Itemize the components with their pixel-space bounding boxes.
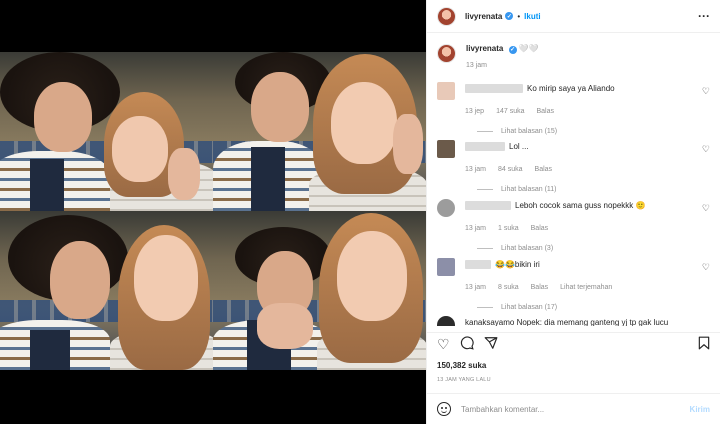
post-photo-collage[interactable] [0, 52, 426, 370]
comments-list[interactable]: livyrenata ✓ 🤍🤍 13 jam Ko mirip saya ya … [427, 34, 720, 326]
divider [477, 248, 493, 249]
redacted-username [465, 142, 505, 152]
verified-badge-icon: ✓ [505, 12, 514, 20]
reply-button[interactable]: Balas [531, 284, 549, 291]
avatar[interactable] [437, 258, 455, 276]
separator: • [517, 11, 521, 21]
comment-likes[interactable]: 147 suka [496, 108, 524, 115]
heart-icon[interactable]: ♡ [696, 144, 710, 155]
avatar[interactable] [437, 316, 455, 326]
view-replies-button[interactable]: Lihat balasan (3) [477, 245, 710, 252]
send-button[interactable]: Kirim [690, 405, 710, 414]
list-item: Ko mirip saya ya Aliando ♡ 13 jep 147 su… [427, 82, 720, 135]
avatar[interactable] [437, 44, 456, 63]
comment-text: kanaksayamo Nopek: dia memang ganteng yj… [465, 318, 669, 326]
view-replies-button[interactable]: Lihat balasan (11) [477, 186, 710, 193]
comment-icon[interactable] [460, 335, 474, 352]
post-details-panel: livyrenata ✓ • Ikuti ··· livyrenata ✓ 🤍🤍… [426, 0, 720, 424]
post-header: livyrenata ✓ • Ikuti ··· [427, 0, 720, 33]
comment-time: 13 jam [465, 225, 487, 232]
photo-tile [213, 52, 426, 211]
redacted-username [465, 260, 491, 270]
photo-tile [213, 211, 426, 370]
verified-badge-icon: ✓ [508, 45, 517, 54]
heart-icon[interactable]: ♡ [696, 86, 710, 97]
comment-likes[interactable]: 8 suka [498, 284, 519, 291]
avatar[interactable] [437, 140, 455, 158]
translate-button[interactable]: Lihat terjemahan [560, 284, 612, 291]
avatar[interactable] [437, 199, 455, 217]
comment-time: 13 jam [465, 284, 487, 291]
caption-text: 🤍🤍 [518, 44, 539, 53]
post-timestamp: 13 JAM YANG LALU [437, 377, 491, 383]
list-item: kanaksayamo Nopek: dia memang ganteng yj… [427, 316, 720, 326]
comment-likes[interactable]: 84 suka [498, 166, 523, 173]
divider [477, 189, 493, 190]
emoji-icon[interactable] [437, 402, 451, 416]
caption-username[interactable]: livyrenata [466, 44, 503, 53]
caption-time: 13 jam [466, 61, 488, 69]
list-item: Leboh cocok sama guss nopekkk 🙂 ♡ 13 jam… [427, 199, 720, 252]
redacted-username [465, 84, 523, 94]
comment-time: 13 jep [465, 108, 485, 115]
redacted-username [465, 201, 511, 211]
comment-text: 😂😂bikin iri [495, 260, 540, 269]
avatar[interactable] [437, 82, 455, 100]
heart-icon[interactable]: ♡ [696, 262, 710, 273]
reply-button[interactable]: Balas [537, 108, 555, 115]
like-count[interactable]: 150,382 suka [437, 361, 486, 370]
reply-button[interactable]: Balas [535, 166, 553, 173]
list-item: Lol ... ♡ 13 jam 84 suka Balas Lihat bal… [427, 140, 720, 193]
comment-text: Ko mirip saya ya Aliando [527, 84, 615, 93]
bookmark-icon[interactable] [698, 336, 710, 352]
photo-tile [0, 52, 213, 211]
comment-time: 13 jam [465, 166, 487, 173]
follow-button[interactable]: Ikuti [524, 12, 540, 21]
post-media[interactable] [0, 0, 426, 424]
avatar[interactable] [437, 6, 456, 26]
share-icon[interactable] [484, 336, 498, 352]
divider [477, 131, 493, 132]
reply-button[interactable]: Balas [531, 225, 549, 232]
more-horizontal-icon[interactable]: ··· [698, 9, 710, 23]
comment-text: Leboh cocok sama guss nopekkk 🙂 [515, 201, 646, 210]
instagram-post-viewer: livyrenata ✓ • Ikuti ··· livyrenata ✓ 🤍🤍… [0, 0, 720, 424]
heart-icon[interactable]: ♡ [696, 203, 710, 214]
action-bar: ♡ [427, 332, 720, 354]
comment-likes[interactable]: 1 suka [498, 225, 519, 232]
post-caption: livyrenata ✓ 🤍🤍 13 jam [427, 34, 720, 69]
heart-icon[interactable]: ♡ [437, 337, 450, 351]
username-link[interactable]: livyrenata [465, 12, 502, 21]
list-item: 😂😂bikin iri ♡ 13 jam 8 suka Balas Lihat … [427, 258, 720, 311]
view-replies-button[interactable]: Lihat balasan (15) [477, 128, 710, 135]
view-replies-button[interactable]: Lihat balasan (17) [477, 304, 710, 311]
comment-input[interactable] [461, 404, 690, 414]
divider [477, 307, 493, 308]
add-comment-bar: Kirim [427, 393, 720, 424]
photo-tile [0, 211, 213, 370]
comment-text: Lol ... [509, 142, 529, 151]
